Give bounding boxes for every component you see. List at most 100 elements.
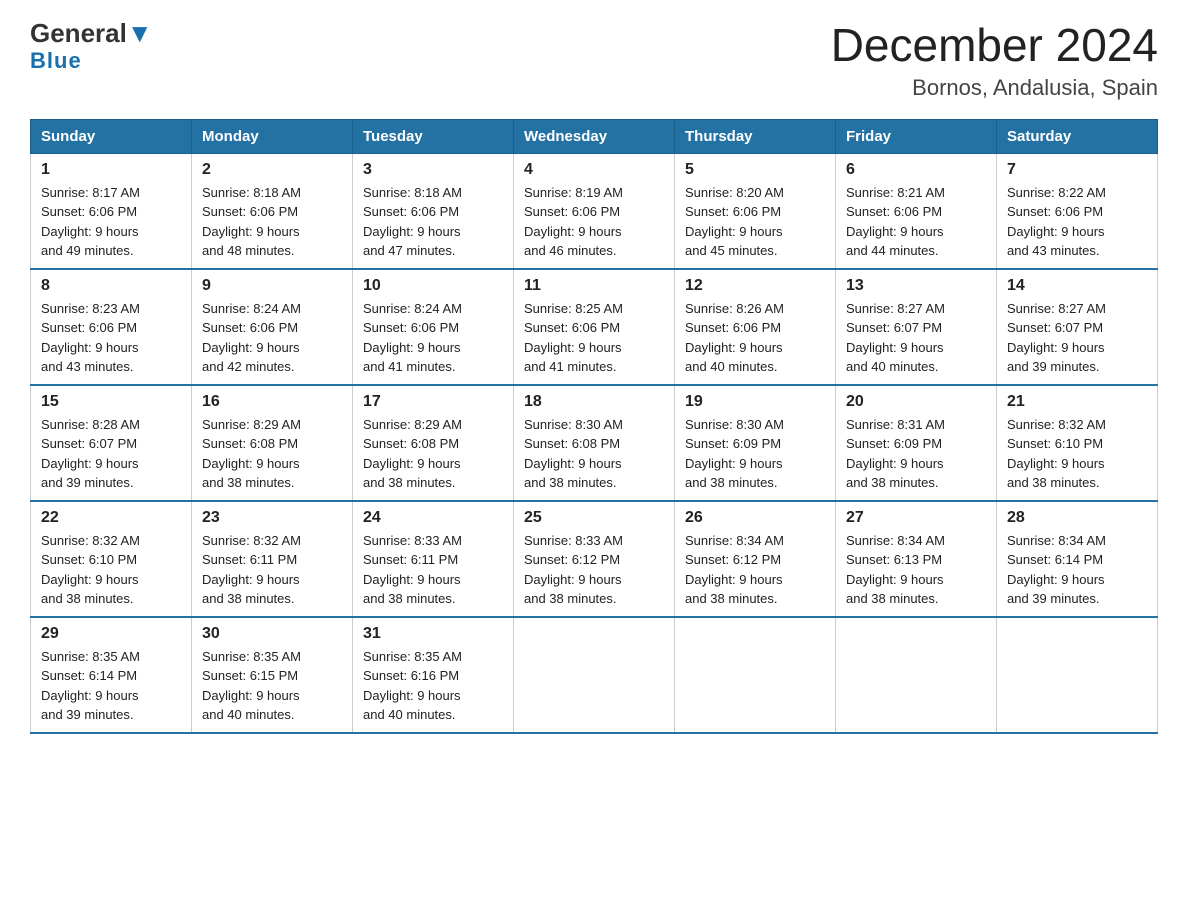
- day-number: 20: [846, 393, 986, 411]
- day-info: Sunrise: 8:24 AM Sunset: 6:06 PM Dayligh…: [202, 299, 342, 377]
- day-info: Sunrise: 8:26 AM Sunset: 6:06 PM Dayligh…: [685, 299, 825, 377]
- day-number: 2: [202, 161, 342, 179]
- day-number: 8: [41, 277, 181, 295]
- day-info: Sunrise: 8:27 AM Sunset: 6:07 PM Dayligh…: [846, 299, 986, 377]
- calendar-cell: 31 Sunrise: 8:35 AM Sunset: 6:16 PM Dayl…: [353, 617, 514, 733]
- header-friday: Friday: [836, 119, 997, 153]
- calendar-cell: 6 Sunrise: 8:21 AM Sunset: 6:06 PM Dayli…: [836, 153, 997, 269]
- header: General▼ Blue December 2024 Bornos, Anda…: [30, 20, 1158, 101]
- calendar-week-2: 8 Sunrise: 8:23 AM Sunset: 6:06 PM Dayli…: [31, 269, 1158, 385]
- calendar-cell: 1 Sunrise: 8:17 AM Sunset: 6:06 PM Dayli…: [31, 153, 192, 269]
- day-info: Sunrise: 8:18 AM Sunset: 6:06 PM Dayligh…: [363, 183, 503, 261]
- day-info: Sunrise: 8:33 AM Sunset: 6:12 PM Dayligh…: [524, 531, 664, 609]
- header-wednesday: Wednesday: [514, 119, 675, 153]
- day-number: 11: [524, 277, 664, 295]
- calendar-cell: 8 Sunrise: 8:23 AM Sunset: 6:06 PM Dayli…: [31, 269, 192, 385]
- day-info: Sunrise: 8:32 AM Sunset: 6:10 PM Dayligh…: [41, 531, 181, 609]
- day-info: Sunrise: 8:20 AM Sunset: 6:06 PM Dayligh…: [685, 183, 825, 261]
- day-info: Sunrise: 8:31 AM Sunset: 6:09 PM Dayligh…: [846, 415, 986, 493]
- calendar-cell: 5 Sunrise: 8:20 AM Sunset: 6:06 PM Dayli…: [675, 153, 836, 269]
- day-number: 7: [1007, 161, 1147, 179]
- day-info: Sunrise: 8:32 AM Sunset: 6:10 PM Dayligh…: [1007, 415, 1147, 493]
- calendar-cell: 4 Sunrise: 8:19 AM Sunset: 6:06 PM Dayli…: [514, 153, 675, 269]
- day-info: Sunrise: 8:25 AM Sunset: 6:06 PM Dayligh…: [524, 299, 664, 377]
- calendar-cell: 3 Sunrise: 8:18 AM Sunset: 6:06 PM Dayli…: [353, 153, 514, 269]
- day-number: 26: [685, 509, 825, 527]
- calendar-table: Sunday Monday Tuesday Wednesday Thursday…: [30, 119, 1158, 734]
- header-saturday: Saturday: [997, 119, 1158, 153]
- header-sunday: Sunday: [31, 119, 192, 153]
- page-subtitle: Bornos, Andalusia, Spain: [831, 75, 1158, 101]
- day-number: 27: [846, 509, 986, 527]
- header-monday: Monday: [192, 119, 353, 153]
- day-number: 16: [202, 393, 342, 411]
- day-number: 9: [202, 277, 342, 295]
- calendar-body: 1 Sunrise: 8:17 AM Sunset: 6:06 PM Dayli…: [31, 153, 1158, 733]
- day-number: 18: [524, 393, 664, 411]
- calendar-cell: [997, 617, 1158, 733]
- day-info: Sunrise: 8:35 AM Sunset: 6:15 PM Dayligh…: [202, 647, 342, 725]
- header-thursday: Thursday: [675, 119, 836, 153]
- calendar-cell: 12 Sunrise: 8:26 AM Sunset: 6:06 PM Dayl…: [675, 269, 836, 385]
- day-info: Sunrise: 8:18 AM Sunset: 6:06 PM Dayligh…: [202, 183, 342, 261]
- logo-blue: Blue: [30, 48, 82, 74]
- calendar-cell: 30 Sunrise: 8:35 AM Sunset: 6:15 PM Dayl…: [192, 617, 353, 733]
- day-number: 30: [202, 625, 342, 643]
- day-info: Sunrise: 8:30 AM Sunset: 6:09 PM Dayligh…: [685, 415, 825, 493]
- weekday-row: Sunday Monday Tuesday Wednesday Thursday…: [31, 119, 1158, 153]
- day-number: 22: [41, 509, 181, 527]
- day-info: Sunrise: 8:34 AM Sunset: 6:12 PM Dayligh…: [685, 531, 825, 609]
- calendar-cell: 15 Sunrise: 8:28 AM Sunset: 6:07 PM Dayl…: [31, 385, 192, 501]
- calendar-week-4: 22 Sunrise: 8:32 AM Sunset: 6:10 PM Dayl…: [31, 501, 1158, 617]
- page-title: December 2024: [831, 20, 1158, 71]
- calendar-cell: 28 Sunrise: 8:34 AM Sunset: 6:14 PM Dayl…: [997, 501, 1158, 617]
- logo-triangle-icon: ▼: [127, 18, 153, 48]
- calendar-cell: [675, 617, 836, 733]
- calendar-cell: 22 Sunrise: 8:32 AM Sunset: 6:10 PM Dayl…: [31, 501, 192, 617]
- day-number: 12: [685, 277, 825, 295]
- day-number: 1: [41, 161, 181, 179]
- day-info: Sunrise: 8:35 AM Sunset: 6:16 PM Dayligh…: [363, 647, 503, 725]
- calendar-cell: [836, 617, 997, 733]
- calendar-header: Sunday Monday Tuesday Wednesday Thursday…: [31, 119, 1158, 153]
- calendar-cell: 25 Sunrise: 8:33 AM Sunset: 6:12 PM Dayl…: [514, 501, 675, 617]
- calendar-cell: [514, 617, 675, 733]
- calendar-cell: 7 Sunrise: 8:22 AM Sunset: 6:06 PM Dayli…: [997, 153, 1158, 269]
- day-number: 6: [846, 161, 986, 179]
- calendar-cell: 29 Sunrise: 8:35 AM Sunset: 6:14 PM Dayl…: [31, 617, 192, 733]
- logo-general: General▼: [30, 20, 153, 46]
- calendar-cell: 23 Sunrise: 8:32 AM Sunset: 6:11 PM Dayl…: [192, 501, 353, 617]
- day-info: Sunrise: 8:29 AM Sunset: 6:08 PM Dayligh…: [363, 415, 503, 493]
- day-info: Sunrise: 8:34 AM Sunset: 6:14 PM Dayligh…: [1007, 531, 1147, 609]
- day-number: 3: [363, 161, 503, 179]
- day-number: 19: [685, 393, 825, 411]
- day-info: Sunrise: 8:22 AM Sunset: 6:06 PM Dayligh…: [1007, 183, 1147, 261]
- logo: General▼ Blue: [30, 20, 153, 74]
- day-number: 10: [363, 277, 503, 295]
- calendar-cell: 19 Sunrise: 8:30 AM Sunset: 6:09 PM Dayl…: [675, 385, 836, 501]
- day-info: Sunrise: 8:29 AM Sunset: 6:08 PM Dayligh…: [202, 415, 342, 493]
- day-info: Sunrise: 8:35 AM Sunset: 6:14 PM Dayligh…: [41, 647, 181, 725]
- day-info: Sunrise: 8:19 AM Sunset: 6:06 PM Dayligh…: [524, 183, 664, 261]
- day-info: Sunrise: 8:23 AM Sunset: 6:06 PM Dayligh…: [41, 299, 181, 377]
- day-number: 23: [202, 509, 342, 527]
- day-number: 24: [363, 509, 503, 527]
- calendar-cell: 20 Sunrise: 8:31 AM Sunset: 6:09 PM Dayl…: [836, 385, 997, 501]
- calendar-cell: 2 Sunrise: 8:18 AM Sunset: 6:06 PM Dayli…: [192, 153, 353, 269]
- title-area: December 2024 Bornos, Andalusia, Spain: [831, 20, 1158, 101]
- day-number: 5: [685, 161, 825, 179]
- day-number: 14: [1007, 277, 1147, 295]
- day-info: Sunrise: 8:28 AM Sunset: 6:07 PM Dayligh…: [41, 415, 181, 493]
- day-number: 31: [363, 625, 503, 643]
- day-info: Sunrise: 8:33 AM Sunset: 6:11 PM Dayligh…: [363, 531, 503, 609]
- day-number: 25: [524, 509, 664, 527]
- calendar-cell: 10 Sunrise: 8:24 AM Sunset: 6:06 PM Dayl…: [353, 269, 514, 385]
- calendar-week-1: 1 Sunrise: 8:17 AM Sunset: 6:06 PM Dayli…: [31, 153, 1158, 269]
- day-number: 4: [524, 161, 664, 179]
- day-number: 29: [41, 625, 181, 643]
- day-number: 17: [363, 393, 503, 411]
- day-info: Sunrise: 8:27 AM Sunset: 6:07 PM Dayligh…: [1007, 299, 1147, 377]
- calendar-cell: 13 Sunrise: 8:27 AM Sunset: 6:07 PM Dayl…: [836, 269, 997, 385]
- day-number: 13: [846, 277, 986, 295]
- calendar-cell: 24 Sunrise: 8:33 AM Sunset: 6:11 PM Dayl…: [353, 501, 514, 617]
